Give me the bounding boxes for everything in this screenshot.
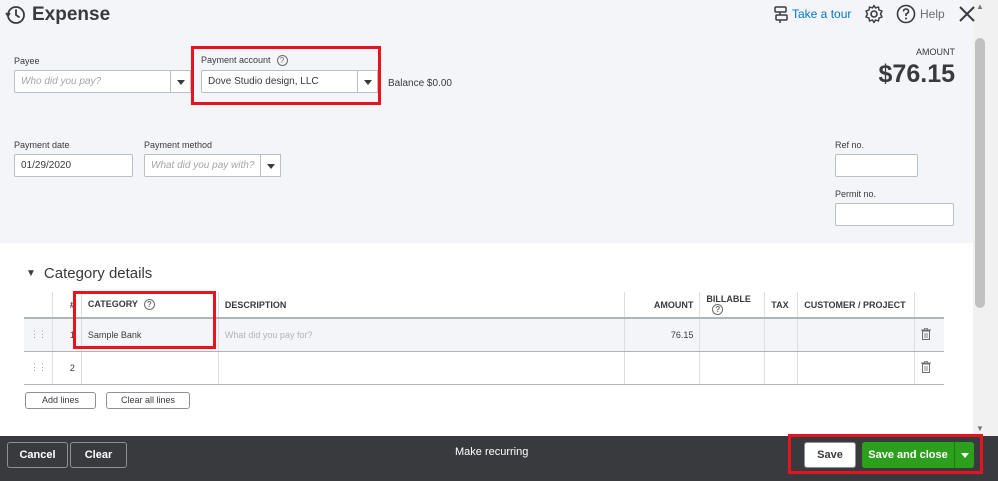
permit-no-input[interactable] — [835, 203, 954, 226]
customer-project-cell[interactable] — [797, 318, 915, 352]
description-cell[interactable] — [218, 351, 625, 385]
delete-column-header — [914, 292, 944, 319]
highlight-box-category — [73, 291, 216, 349]
drag-handle-icon[interactable]: ⋮⋮ — [24, 351, 53, 385]
column-header-description: DESCRIPTION — [218, 292, 625, 319]
billable-cell[interactable] — [699, 318, 766, 352]
table-row[interactable]: ⋮⋮ 2 — [24, 351, 944, 385]
amount-total: $76.15 — [878, 60, 955, 88]
gear-icon[interactable] — [864, 4, 884, 24]
trash-icon[interactable] — [920, 327, 931, 340]
description-cell[interactable]: What did you pay for? — [218, 318, 625, 352]
category-details-title: Category details — [43, 265, 153, 282]
category-cell[interactable] — [81, 351, 219, 385]
clear-all-lines-button[interactable]: Clear all lines — [106, 392, 190, 409]
form-header-panel — [0, 0, 973, 243]
make-recurring-link[interactable]: Make recurring — [455, 446, 528, 458]
column-header-tax: TAX — [764, 292, 799, 319]
balance-display: Balance $0.00 — [388, 78, 452, 89]
payee-label: Payee — [14, 56, 40, 66]
drag-handle-icon[interactable]: ⋮⋮ — [24, 318, 53, 352]
column-header-billable-text: BILLABLE — [706, 293, 751, 304]
tax-cell[interactable] — [764, 351, 799, 385]
payment-method-dropdown-button[interactable] — [260, 154, 281, 177]
history-clock-icon[interactable] — [4, 4, 26, 26]
amount-label: AMOUNT — [916, 47, 955, 57]
close-icon[interactable] — [957, 4, 977, 24]
payment-method-input[interactable]: What did you pay with? — [144, 154, 262, 177]
add-lines-button[interactable]: Add lines — [25, 392, 96, 409]
scrollbar-thumb[interactable] — [975, 38, 985, 308]
collapse-triangle-icon[interactable]: ▼ — [26, 268, 36, 279]
tour-signpost-icon[interactable] — [772, 5, 790, 23]
payee-input[interactable]: Who did you pay? — [14, 70, 172, 93]
customer-project-cell[interactable] — [797, 351, 915, 385]
balance-value: $0.00 — [426, 78, 452, 89]
payment-date-label: Payment date — [14, 140, 70, 150]
scroll-down-arrow-icon[interactable]: ▼ — [976, 424, 984, 433]
billable-cell[interactable] — [699, 351, 766, 385]
payee-dropdown-button[interactable] — [170, 70, 191, 93]
scroll-up-arrow-icon[interactable]: ▲ — [976, 2, 984, 11]
delete-cell[interactable] — [914, 351, 944, 385]
payment-date-input[interactable]: 01/29/2020 — [14, 154, 133, 177]
drag-column-header — [24, 292, 53, 319]
highlight-box-payment-account — [191, 46, 381, 105]
delete-cell[interactable] — [914, 318, 944, 352]
help-link[interactable]: Help — [920, 7, 945, 21]
help-question-icon[interactable]: ? — [712, 304, 724, 316]
highlight-box-save-buttons — [788, 434, 983, 474]
page-title: Expense — [32, 4, 111, 25]
category-details-header[interactable]: ▼ Category details — [26, 265, 152, 282]
tax-cell[interactable] — [764, 318, 799, 352]
amount-cell[interactable]: 76.15 — [624, 318, 701, 352]
column-header-amount: AMOUNT — [624, 292, 701, 319]
cancel-button[interactable]: Cancel — [7, 442, 68, 468]
payment-method-label: Payment method — [144, 140, 213, 150]
ref-no-input[interactable] — [835, 154, 918, 177]
column-header-billable: BILLABLE? — [699, 292, 766, 319]
help-circle-icon[interactable] — [896, 4, 916, 24]
trash-icon[interactable] — [920, 360, 931, 373]
column-header-customer-project: CUSTOMER / PROJECT — [797, 292, 915, 319]
amount-cell[interactable] — [624, 351, 701, 385]
balance-label: Balance — [388, 78, 425, 89]
take-a-tour-link[interactable]: Take a tour — [792, 7, 851, 21]
ref-no-label: Ref no. — [835, 140, 865, 150]
clear-button[interactable]: Clear — [70, 442, 127, 468]
vertical-scrollbar[interactable]: ▲ ▼ — [973, 0, 998, 436]
permit-no-label: Permit no. — [835, 189, 877, 199]
row-number: 2 — [52, 351, 82, 385]
